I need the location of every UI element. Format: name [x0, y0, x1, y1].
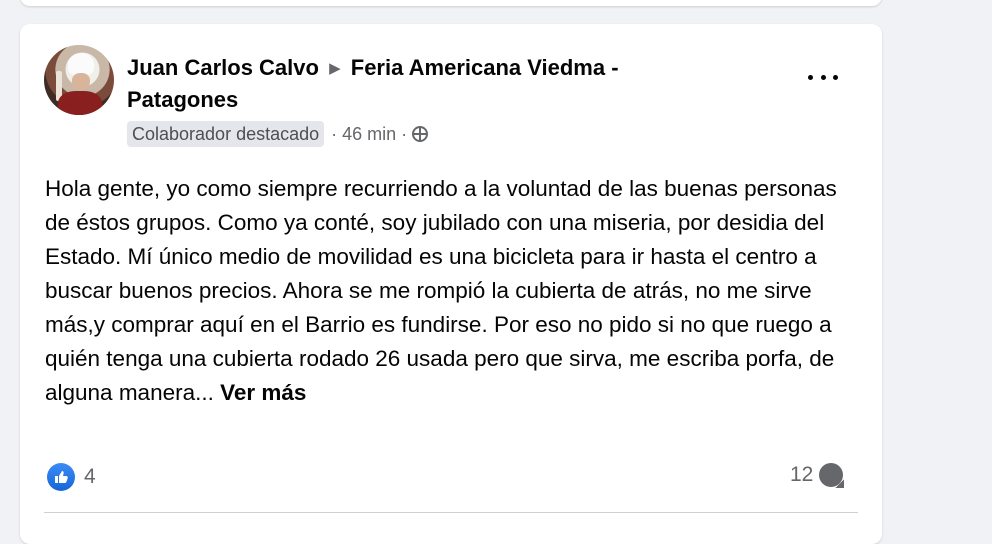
comments-count: 12: [790, 463, 814, 486]
more-options-icon[interactable]: [808, 66, 838, 88]
author-avatar[interactable]: [44, 45, 114, 115]
previous-post-card: [20, 0, 882, 6]
contributor-badge[interactable]: Colaborador destacado: [127, 121, 325, 147]
like-icon: [47, 463, 75, 491]
post-header-title: Juan Carlos Calvo ▶ Feria Americana Vied…: [127, 52, 727, 115]
post-body-text: Hola gente, yo como siempre recurriendo …: [45, 176, 837, 405]
avatar-hat: [68, 53, 94, 75]
avatar-face: [72, 73, 90, 89]
reactions-count: 4: [84, 465, 96, 488]
see-more-link[interactable]: Ver más: [220, 380, 306, 405]
post-timestamp[interactable]: · 46 min ·: [331, 124, 407, 145]
comment-icon: [819, 463, 844, 487]
avatar-coat: [58, 91, 102, 115]
reactions-summary[interactable]: 4: [47, 463, 96, 491]
comments-summary[interactable]: 12: [790, 463, 844, 487]
post-body: Hola gente, yo como siempre recurriendo …: [45, 172, 845, 410]
author-name[interactable]: Juan Carlos Calvo: [127, 55, 319, 80]
post-meta: Colaborador destacado · 46 min ·: [127, 121, 429, 147]
post-card: Juan Carlos Calvo ▶ Feria Americana Vied…: [20, 24, 882, 544]
action-divider: [44, 512, 858, 513]
globe-icon[interactable]: [412, 126, 429, 142]
triangle-right-icon: ▶: [329, 60, 341, 77]
